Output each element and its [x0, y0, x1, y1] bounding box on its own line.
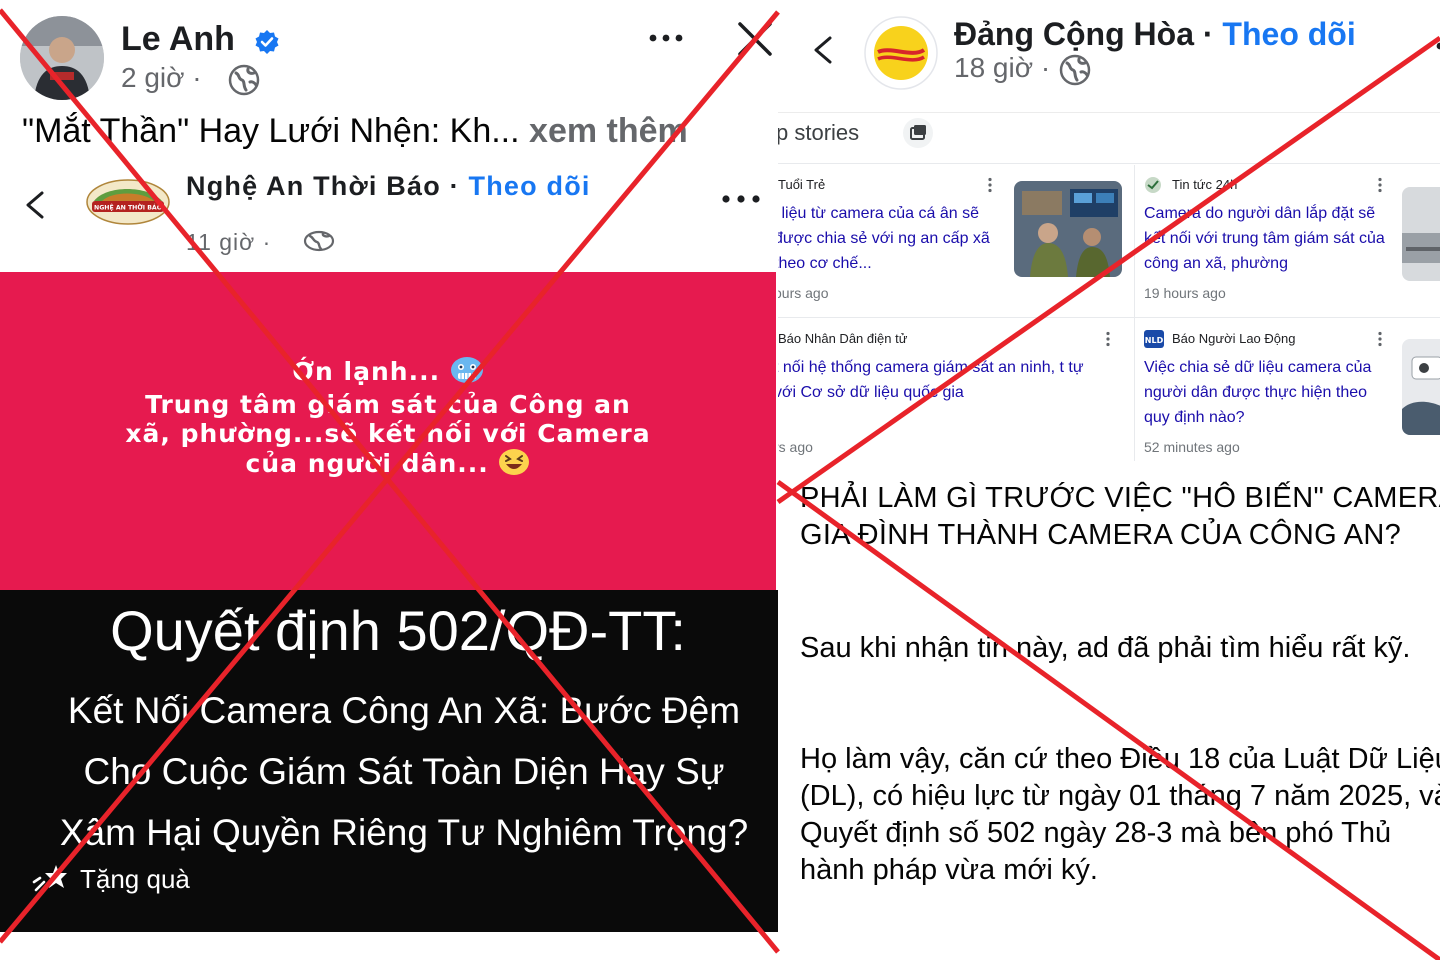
author-name: Đảng Cộng Hòa · Theo dõi — [954, 16, 1356, 53]
story-source: Tuổi Trẻ — [778, 177, 826, 192]
more-vertical-icon[interactable] — [986, 177, 994, 193]
globe-icon — [1059, 54, 1091, 86]
divider — [1134, 165, 1135, 461]
news-story-card[interactable]: Tuổi Trẻ ' liệu từ camera của cá ân sẽ đ… — [778, 165, 1122, 313]
top-stories-screenshot: p stories Tuổi Trẻ ' liệu từ camera của … — [778, 112, 1440, 468]
name-separator: · — [440, 171, 469, 201]
shared-post-header: NGHỆ AN THỜI BÁO Nghệ An Thời Báo · Theo… — [0, 165, 778, 273]
news-source-logo-icon — [1144, 176, 1162, 194]
story-thumbnail[interactable] — [1402, 339, 1440, 435]
story-thumbnail[interactable] — [1014, 181, 1122, 277]
story-source: Tin tức 24h — [1172, 177, 1238, 192]
red-card-line-1: Ớn lạnh... — [292, 357, 441, 386]
decision-body: Kết Nối Camera Công An Xã: Bước Đệm Cho … — [30, 680, 778, 863]
back-chevron-icon[interactable] — [18, 185, 52, 225]
gift-icon[interactable] — [32, 862, 70, 896]
news-story-card[interactable]: Báo Nhân Dân điện tử t nối hệ thống came… — [778, 319, 1114, 467]
shared-post-time[interactable]: 11 giờ · — [186, 229, 271, 256]
red-card-line-4: của người dân... — [245, 449, 489, 478]
verified-badge-icon — [254, 29, 280, 55]
follow-link[interactable]: Theo dõi — [1222, 16, 1355, 52]
name-separator: · — [1193, 16, 1223, 52]
story-title[interactable]: ' liệu từ camera của cá ân sẽ được chia … — [778, 201, 1014, 276]
red-card-line-2: Trung tâm giám sát của Công an — [145, 390, 631, 419]
author-name-text[interactable]: Đảng Cộng Hòa — [954, 16, 1194, 52]
top-stories-label: p stories — [778, 120, 860, 145]
decision-line-3: Xâm Hại Quyền Riêng Tư Nghiêm Trọng? — [59, 812, 749, 853]
follow-link[interactable]: Theo dõi — [469, 171, 591, 201]
news-story-card[interactable]: Tin tức 24h Camera do người dân lắp đặt … — [1144, 165, 1440, 313]
post-paragraph: Họ làm vậy, căn cứ theo Điều 18 của Luật… — [800, 743, 1440, 886]
story-title[interactable]: Camera do người dân lắp đặt sẽ kết nối v… — [1144, 201, 1394, 276]
story-source: Báo Nhân Dân điện tử — [778, 331, 908, 346]
news-source-logo-text: NLD — [1145, 336, 1164, 345]
more-vertical-icon[interactable] — [1376, 331, 1384, 347]
post-header: Le Anh 2 giờ · — [0, 0, 778, 108]
decision-line-2: Cho Cuộc Giám Sát Toàn Diện Hay Sự — [83, 751, 725, 792]
more-options-icon[interactable] — [646, 24, 686, 52]
divider — [778, 163, 1440, 164]
more-vertical-icon[interactable] — [1376, 177, 1384, 193]
post-heading: PHẢI LÀM GÌ TRƯỚC VIỆC "HÔ BIẾN" CAMERA … — [800, 482, 1440, 551]
more-vertical-icon[interactable] — [1104, 331, 1112, 347]
post-caption: "Mắt Thần" Hay Lưới Nhện: Kh... xem thêm — [22, 112, 688, 151]
red-card-line-3: xã, phường...sẽ kết nối với Camera — [125, 419, 651, 448]
see-more-link[interactable]: xem thêm — [529, 112, 688, 150]
author-name[interactable]: Le Anh — [121, 20, 235, 59]
red-card-text: Ớn lạnh... Trung tâm giám sát của Công a… — [0, 356, 776, 482]
story-source: Báo Người Lao Động — [1172, 331, 1296, 346]
avatar[interactable] — [864, 16, 938, 90]
laughing-face-emoji-icon — [498, 448, 530, 482]
shared-page-name: Nghệ An Thời Báo · Theo dõi — [186, 171, 656, 202]
story-age: 19 hours ago — [1144, 285, 1226, 301]
story-thumbnail[interactable] — [1402, 187, 1440, 281]
more-options-icon[interactable] — [718, 187, 764, 211]
globe-icon — [228, 64, 260, 96]
story-age: 52 minutes ago — [1144, 439, 1240, 455]
page-logo-text: NGHỆ AN THỜI BÁO — [94, 203, 162, 212]
post-time[interactable]: 18 giờ · — [954, 52, 1050, 84]
divider — [778, 317, 1440, 318]
gift-button[interactable]: Tặng quà — [80, 864, 190, 895]
post-paragraph: Sau khi nhận tin này, ad đã phải tìm hiể… — [800, 632, 1411, 664]
left-facebook-post: Le Anh 2 giờ · "Mắt Thần" Hay Lưới Nhện:… — [0, 0, 778, 960]
news-source-logo-icon: NLD — [1144, 330, 1164, 348]
post-time[interactable]: 2 giờ · — [121, 62, 202, 94]
story-title[interactable]: Việc chia sẻ dữ liệu camera của người dâ… — [1144, 355, 1384, 430]
globe-icon — [302, 230, 336, 252]
decision-title: Quyết định 502/QĐ-TT: — [110, 599, 686, 662]
page-logo[interactable]: NGHỆ AN THỜI BÁO — [86, 179, 170, 225]
page-name[interactable]: Nghệ An Thời Báo — [186, 171, 441, 201]
right-facebook-post: Đảng Cộng Hòa · Theo dõi 18 giờ · p stor… — [778, 0, 1440, 960]
decision-line-1: Kết Nối Camera Công An Xã: Bước Đệm — [67, 690, 741, 731]
news-story-card[interactable]: NLD Báo Người Lao Động Việc chia sẻ dữ l… — [1144, 319, 1440, 467]
close-icon[interactable] — [736, 20, 774, 58]
freezing-face-emoji-icon — [450, 356, 484, 390]
story-age: ours ago — [778, 285, 829, 301]
avatar[interactable] — [20, 16, 104, 100]
story-age: rs ago — [778, 439, 813, 455]
story-title[interactable]: t nối hệ thống camera giám sát an ninh, … — [778, 355, 1110, 405]
more-options-icon[interactable] — [1424, 34, 1440, 58]
caption-text: "Mắt Thần" Hay Lưới Nhện: Kh... — [22, 112, 520, 150]
back-chevron-icon[interactable] — [808, 30, 838, 70]
stacked-pages-icon — [902, 117, 934, 149]
